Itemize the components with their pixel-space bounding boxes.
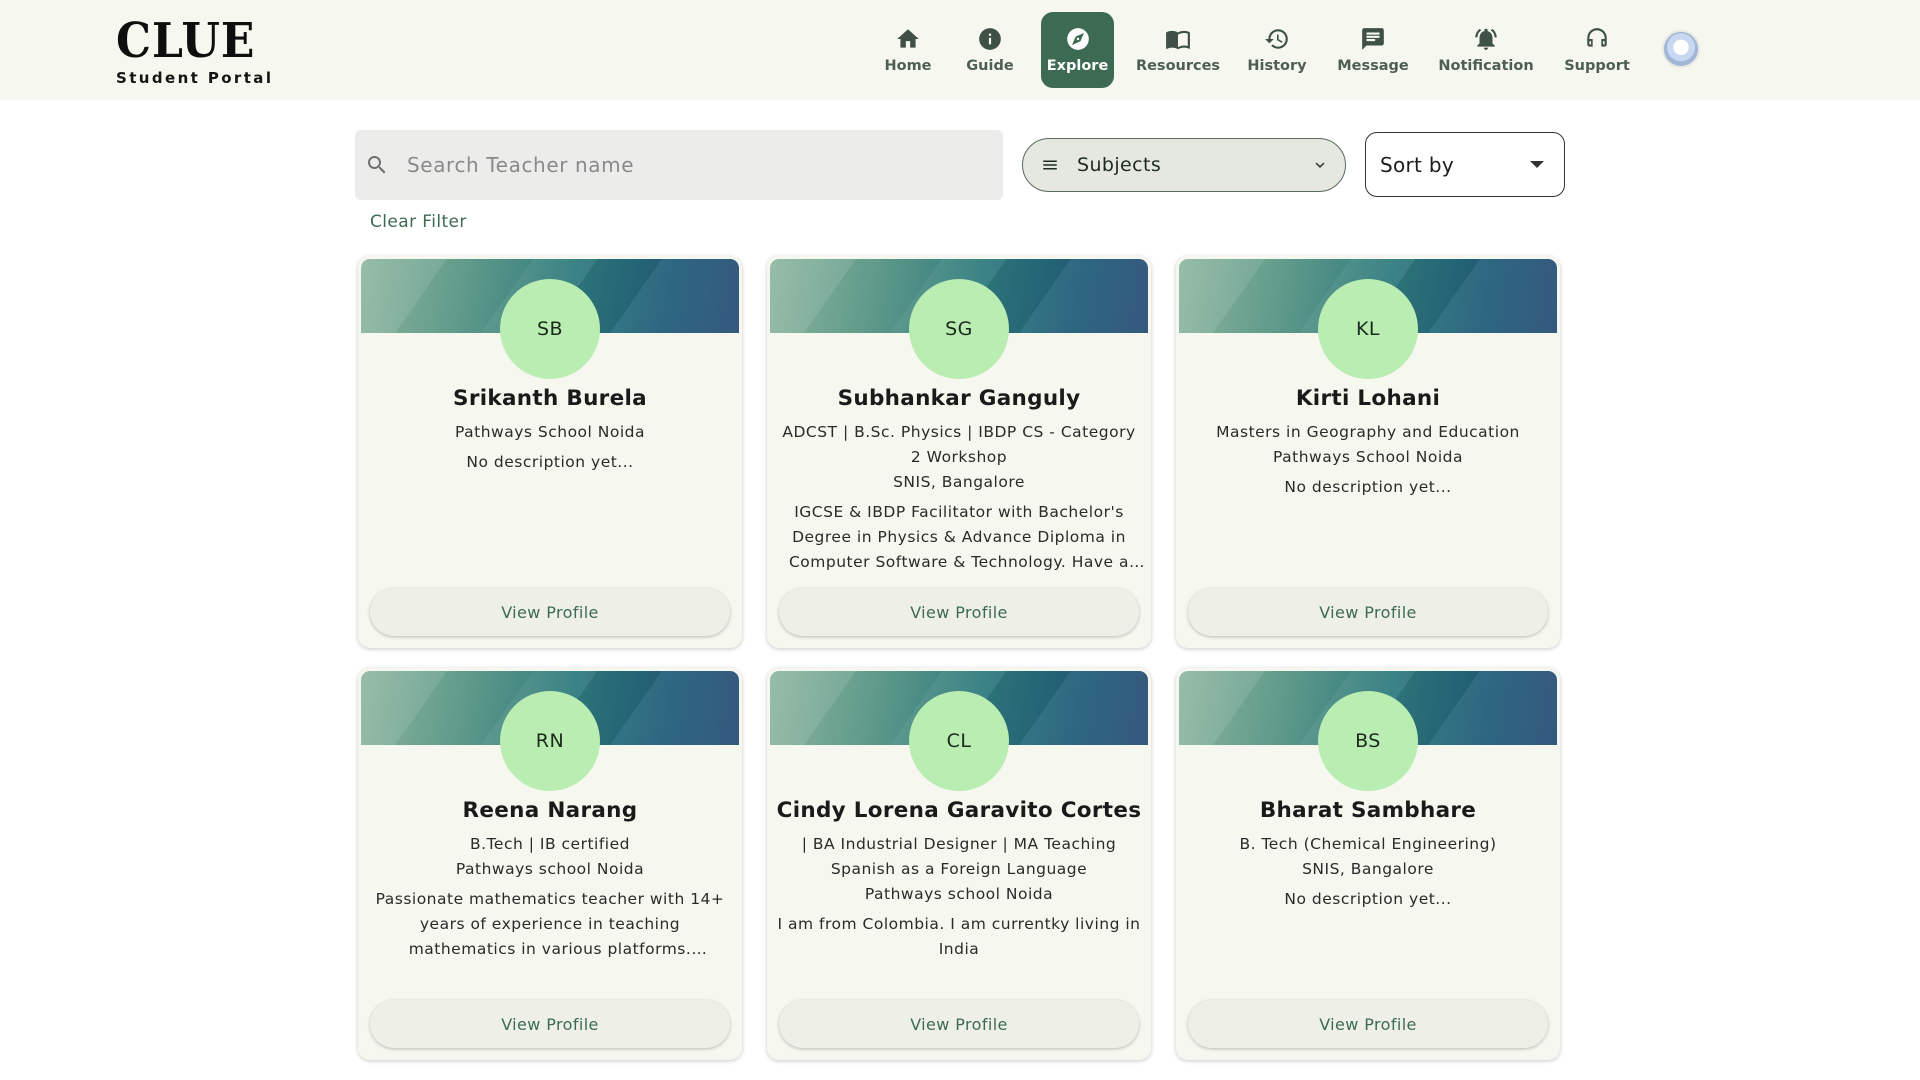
teacher-info: ADCST | B.Sc. Physics | IBDP CS - Catego… [775,420,1143,575]
sort-select[interactable]: Sort by [1365,132,1565,197]
teacher-description: I am from Colombia. I am currentky livin… [777,915,1141,958]
home-icon [897,29,919,48]
teacher-name: Kirti Lohani [1295,386,1441,411]
search-icon [368,156,386,174]
nav-item-guide[interactable]: Guide [960,12,1020,88]
nav-item-notification[interactable]: Notification [1434,12,1538,88]
brand-name: CLUE [116,13,256,69]
teacher-name: Bharat Sambhare [1259,798,1477,823]
search-bar[interactable] [355,130,1003,200]
teacher-school: SNIS, Bangalore [1302,860,1434,878]
nav-label: History [1247,58,1307,74]
clear-filter-link[interactable]: Clear Filter [370,212,467,232]
teacher-card: SB Srikanth Burela Pathways School Noida… [358,256,742,648]
teacher-qualification: B. Tech (Chemical Engineering) [1239,835,1497,853]
teacher-avatar: SG [909,279,1009,379]
teacher-info: Pathways School Noida No description yet… [366,420,734,475]
book-icon [1166,30,1190,50]
teacher-description: No description yet... [1284,890,1452,908]
message-icon [1362,28,1384,50]
nav-item-message[interactable]: Message [1334,12,1412,88]
caret-down-icon [1530,161,1544,168]
headset-icon [1587,28,1607,47]
nav-item-support[interactable]: Support [1560,12,1634,88]
nav-label: Resources [1135,58,1221,74]
teacher-description: No description yet... [466,453,634,471]
teacher-card: RN Reena Narang B.Tech | IB certified Pa… [358,668,742,1060]
user-avatar[interactable] [1662,30,1700,68]
bell-icon [1475,28,1497,50]
view-profile-button[interactable]: View Profile [779,588,1139,636]
nav-item-home[interactable]: Home [878,12,938,88]
nav-label: Guide [966,58,1014,74]
teacher-avatar: CL [909,691,1009,791]
view-profile-button[interactable]: View Profile [1188,1000,1548,1048]
teacher-school: Pathways school Noida [455,860,645,878]
subjects-label: Subjects [1077,154,1162,176]
sort-label: Sort by [1380,152,1454,177]
teacher-avatar: BS [1318,691,1418,791]
teacher-qualification: ADCST | B.Sc. Physics | IBDP CS - Catego… [782,423,1136,466]
teacher-card: KL Kirti Lohani Masters in Geography and… [1176,256,1560,648]
teacher-name: Subhankar Ganguly [837,386,1081,411]
teacher-info: | BA Industrial Designer | MA Teaching S… [775,832,1143,962]
teacher-qualification: Masters in Geography and Education [1216,423,1520,441]
brand-logo[interactable]: CLUE Student Portal [116,13,274,87]
history-icon [1265,29,1288,49]
teacher-qualification: | BA Industrial Designer | MA Teaching S… [801,835,1117,878]
nav-label: Message [1337,58,1409,74]
search-input[interactable] [407,153,967,177]
teacher-name: Reena Narang [462,798,638,823]
nav-item-resources[interactable]: Resources [1136,12,1220,88]
view-profile-button[interactable]: View Profile [370,588,730,636]
nav-label: Notification [1438,58,1534,74]
teacher-info: B. Tech (Chemical Engineering) SNIS, Ban… [1184,832,1552,912]
teacher-card: BS Bharat Sambhare B. Tech (Chemical Eng… [1176,668,1560,1060]
compass-icon [1066,28,1089,50]
teacher-info: Masters in Geography and Education Pathw… [1184,420,1552,500]
brand-subtitle: Student Portal [116,69,274,87]
subjects-dropdown[interactable]: Subjects [1022,138,1346,192]
teacher-school: SNIS, Bangalore [893,473,1025,491]
chevron-down-icon [1315,162,1325,168]
teacher-card: SG Subhankar Ganguly ADCST | B.Sc. Physi… [767,256,1151,648]
teacher-description: IGCSE & IBDP Facilitator with Bachelor's… [788,503,1129,571]
teacher-avatar: SB [500,279,600,379]
teacher-school: Pathways school Noida [864,885,1054,903]
teacher-school: Pathways School Noida [1272,448,1463,466]
teacher-name: Cindy Lorena Garavito Cortes [776,798,1142,823]
filter-lines-icon [1043,160,1057,170]
view-profile-button[interactable]: View Profile [779,1000,1139,1048]
teacher-avatar: RN [500,691,600,791]
nav-label: Support [1564,58,1630,74]
teacher-info: B.Tech | IB certified Pathways school No… [366,832,734,962]
info-icon [979,28,1001,50]
teacher-description: No description yet... [1284,478,1452,496]
teacher-description: Passionate mathematics teacher with 14+ … [375,890,725,958]
teacher-school: Pathways School Noida [454,423,645,441]
teacher-qualification: B.Tech | IB certified [470,835,630,853]
teacher-name: Srikanth Burela [453,386,647,411]
view-profile-button[interactable]: View Profile [1188,588,1548,636]
view-profile-button[interactable]: View Profile [370,1000,730,1048]
nav-item-history[interactable]: History [1242,12,1312,88]
nav-label: Explore [1046,58,1109,74]
top-header: CLUE Student Portal Home Guide Explore R… [0,0,1920,100]
teacher-avatar: KL [1318,279,1418,379]
nav-item-explore[interactable]: Explore [1041,12,1114,88]
teacher-card: CL Cindy Lorena Garavito Cortes | BA Ind… [767,668,1151,1060]
nav-label: Home [884,58,932,74]
